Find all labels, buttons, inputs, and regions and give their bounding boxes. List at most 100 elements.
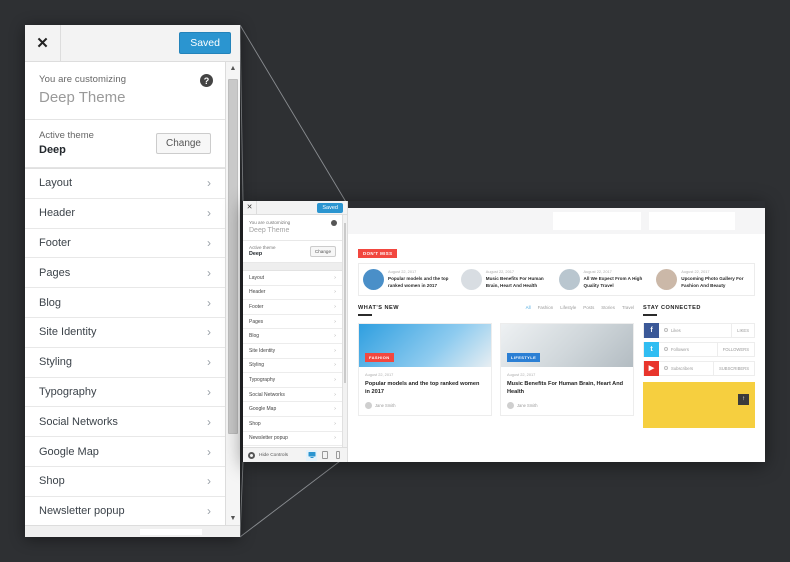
close-icon[interactable]: ✕ <box>243 201 257 214</box>
social-row-twitter[interactable]: t Followers FOLLOWERS <box>643 341 755 357</box>
mini-sidebar-item-footer[interactable]: Footer › <box>243 300 342 315</box>
category-badge[interactable]: FASHION <box>365 352 394 362</box>
sidebar-item-styling[interactable]: Styling › <box>25 347 225 378</box>
chevron-right-icon: › <box>334 406 336 413</box>
customizer-panel-zoomed: ✕ Saved You are customizing Deep Theme ?… <box>25 25 240 537</box>
article-card[interactable]: LIFESTYLE August 22, 2017 Music Benefits… <box>500 322 634 417</box>
back-to-top-button[interactable]: ↑ <box>738 393 749 405</box>
chevron-right-icon: › <box>207 355 211 370</box>
mini-sidebar-item-blog[interactable]: Blog › <box>243 329 342 344</box>
sidebar-ad-banner[interactable]: ↑ <box>643 381 755 428</box>
desktop-preview-icon[interactable] <box>306 449 317 461</box>
sidebar-item-label: Header <box>39 207 76 220</box>
scrollbar-thumb[interactable] <box>228 79 238 434</box>
sidebar-item-blog[interactable]: Blog › <box>25 288 225 318</box>
avatar <box>507 402 514 410</box>
mini-sidebar-item-header[interactable]: Header › <box>243 286 342 301</box>
scroll-down-icon[interactable]: ▼ <box>226 512 240 525</box>
twitter-icon: t <box>644 341 659 357</box>
article-title[interactable]: Popular models and the top ranked women … <box>365 380 485 397</box>
sidebar-item-header[interactable]: Header › <box>25 198 225 229</box>
tab-stories[interactable]: Stories <box>601 305 615 310</box>
change-theme-button[interactable]: Change <box>309 245 336 257</box>
device-preview-switcher <box>306 449 347 461</box>
mini-sidebar-item-site-identity[interactable]: Site Identity › <box>243 344 342 359</box>
customizer-header: ✕ Saved <box>25 25 240 62</box>
chevron-right-icon: › <box>207 265 211 280</box>
article-title[interactable]: Music Benefits For Human Brain, Heart An… <box>507 380 627 397</box>
social-label-wrap: Followers <box>659 347 717 352</box>
customizer-menu: Layout › Header › Footer › Pages › Blog … <box>25 169 225 527</box>
mini-sidebar-item-social-networks[interactable]: Social Networks › <box>243 388 342 403</box>
tab-posts[interactable]: Posts <box>583 305 594 310</box>
mobile-preview-icon[interactable] <box>332 450 343 461</box>
list-item[interactable]: August 22, 2017 Popular models and the t… <box>363 269 457 290</box>
save-button[interactable]: Saved <box>179 32 231 54</box>
article-body: August 22, 2017 Music Benefits For Human… <box>501 367 633 416</box>
sidebar-title-underline <box>643 314 657 316</box>
header-spacer <box>61 25 179 61</box>
sidebar-item-pages[interactable]: Pages › <box>25 258 225 289</box>
help-icon[interactable]: ? <box>200 74 213 87</box>
mini-sidebar-item-typography[interactable]: Typography › <box>243 373 342 388</box>
category-badge[interactable]: LIFESTYLE <box>507 352 541 362</box>
list-item[interactable]: August 22, 2017 All We Expect From A Hig… <box>558 269 653 290</box>
sidebar-item-layout[interactable]: Layout › <box>25 169 225 199</box>
mini-sidebar-item-styling[interactable]: Styling › <box>243 359 342 374</box>
category-filter-tabs: All Fashion Lifestyle Posts Stories Trav… <box>526 305 634 310</box>
chevron-right-icon: › <box>207 474 211 489</box>
mini-sidebar-item-newsletter-popup[interactable]: Newsletter popup › <box>243 432 342 447</box>
list-item[interactable]: August 22, 2017 Upcoming Photo Gallery F… <box>656 269 750 290</box>
scrollbar-thumb[interactable] <box>344 223 346 383</box>
hide-controls-icon[interactable] <box>248 451 255 459</box>
list-item[interactable]: August 22, 2017 Music Benefits For Human… <box>460 269 555 290</box>
whats-new-title-wrap: WHAT'S NEW <box>358 305 399 316</box>
close-icon[interactable]: ✕ <box>25 25 61 61</box>
mini-panel-scrollbar[interactable] <box>342 215 347 447</box>
mini-sidebar-item-google-map[interactable]: Google Map › <box>243 402 342 417</box>
author-name: Jane Smith <box>375 403 396 409</box>
tab-fashion[interactable]: Fashion <box>538 305 554 310</box>
site-preview[interactable]: DON'T MISS August 22, 2017 Popular model… <box>348 201 765 462</box>
sidebar-item-footer[interactable]: Footer › <box>25 228 225 259</box>
post-thumbnail <box>460 269 482 290</box>
article-image: LIFESTYLE <box>501 323 633 367</box>
article-card[interactable]: FASHION August 22, 2017 Popular models a… <box>358 322 492 417</box>
sidebar-item-site-identity[interactable]: Site Identity › <box>25 317 225 348</box>
tab-lifestyle[interactable]: Lifestyle <box>560 305 576 310</box>
sidebar-item-typography[interactable]: Typography › <box>25 377 225 408</box>
sidebar-item-newsletter-popup[interactable]: Newsletter popup › <box>25 496 225 527</box>
post-title[interactable]: Popular models and the top ranked women … <box>388 276 457 289</box>
mini-sidebar-item-shop[interactable]: Shop › <box>243 417 342 432</box>
chevron-right-icon: › <box>207 206 211 221</box>
mini-sidebar-item-layout[interactable]: Layout › <box>243 271 342 286</box>
dont-miss-header: DON'T MISS <box>348 234 765 260</box>
sidebar-item-google-map[interactable]: Google Map › <box>25 437 225 467</box>
sidebar-item-social-networks[interactable]: Social Networks › <box>25 407 225 438</box>
scroll-up-icon[interactable]: ▲ <box>226 62 240 75</box>
chevron-right-icon: › <box>207 504 211 519</box>
panel-scrollbar[interactable]: ▲ ▼ <box>225 62 240 525</box>
post-title[interactable]: All We Expect From A High Quality Travel <box>584 276 653 289</box>
tablet-preview-icon[interactable] <box>319 450 330 461</box>
mini-customizer-sidebar: ✕ Saved You are customizing Deep Theme A… <box>243 201 348 462</box>
save-button[interactable]: Saved <box>317 202 343 213</box>
tab-all[interactable]: All <box>526 305 531 310</box>
scrollbar-track[interactable] <box>226 75 240 512</box>
mini-active-theme-row: Active theme Deep Change <box>243 241 342 263</box>
post-date: August 22, 2017 <box>681 269 710 275</box>
change-theme-button[interactable]: Change <box>155 132 211 154</box>
social-row-youtube[interactable]: ▶ Subscribers SUBSCRIBERS <box>643 360 755 376</box>
sidebar-item-shop[interactable]: Shop › <box>25 466 225 497</box>
help-icon[interactable] <box>331 220 337 226</box>
social-row-facebook[interactable]: f Likes LIKES <box>643 322 755 338</box>
sidebar-item-label: Google Map <box>39 445 99 458</box>
post-title[interactable]: Music Benefits For Human Brain, Heart An… <box>486 276 555 289</box>
tab-travel[interactable]: Travel <box>622 305 634 310</box>
sidebar-item-label: Layout <box>39 177 73 190</box>
post-title[interactable]: Upcoming Photo Gallery For Fashion And B… <box>681 276 750 289</box>
mini-sidebar-item-pages[interactable]: Pages › <box>243 315 342 330</box>
hide-controls-label[interactable]: Hide Controls <box>259 453 288 458</box>
chevron-right-icon: › <box>207 235 211 250</box>
preview-sidebar: STAY CONNECTED f Likes LIKES t Followers… <box>643 305 755 428</box>
